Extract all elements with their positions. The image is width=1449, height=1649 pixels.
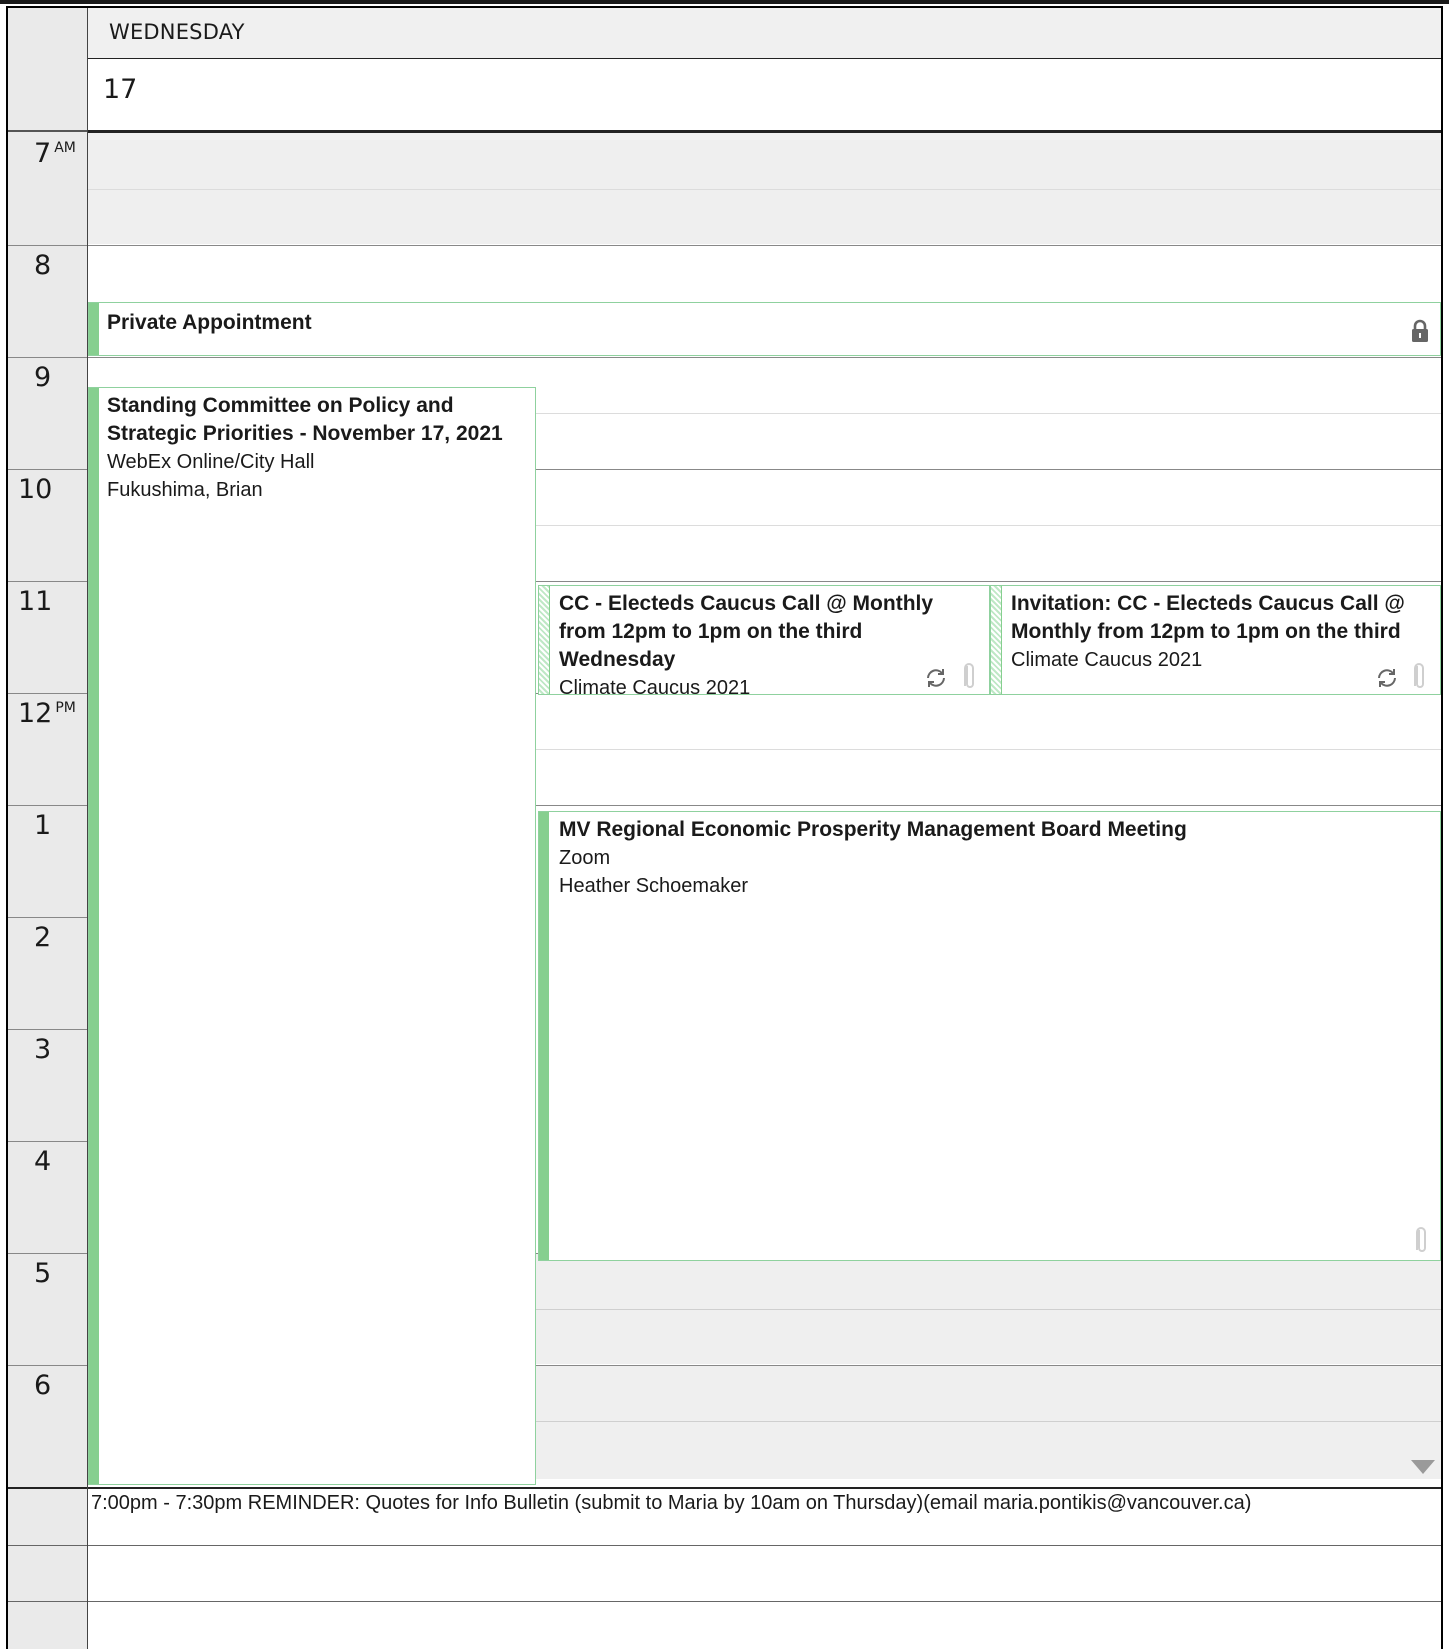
top-rule	[0, 0, 1449, 5]
calendar-frame	[6, 6, 1443, 1649]
